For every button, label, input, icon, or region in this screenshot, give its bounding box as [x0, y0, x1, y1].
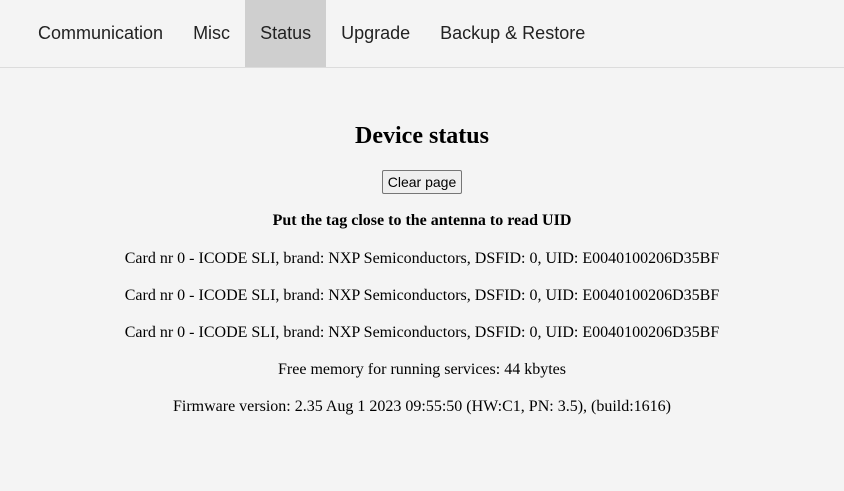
card-line-1: Card nr 0 - ICODE SLI, brand: NXP Semico… [124, 250, 720, 267]
card-line-3: Card nr 0 - ICODE SLI, brand: NXP Semico… [124, 324, 720, 341]
tab-status[interactable]: Status [245, 0, 327, 67]
page-title: Device status [355, 123, 489, 149]
tab-communication[interactable]: Communication [23, 0, 178, 67]
tab-backup-restore[interactable]: Backup & Restore [425, 0, 600, 67]
tab-upgrade[interactable]: Upgrade [326, 0, 425, 67]
clear-page-button[interactable]: Clear page [381, 170, 463, 194]
firmware-version-text: Firmware version: 2.35 Aug 1 2023 09:55:… [172, 398, 672, 415]
button-row: Clear page [0, 170, 844, 196]
read-instruction: Put the tag close to the antenna to read… [272, 212, 572, 229]
top-nav: Communication Misc Status Upgrade Backup… [0, 0, 844, 68]
status-content: Device status Clear page Put the tag clo… [0, 68, 844, 417]
card-line-2: Card nr 0 - ICODE SLI, brand: NXP Semico… [124, 287, 720, 304]
tab-misc[interactable]: Misc [178, 0, 245, 67]
free-memory-text: Free memory for running services: 44 kby… [278, 361, 566, 378]
